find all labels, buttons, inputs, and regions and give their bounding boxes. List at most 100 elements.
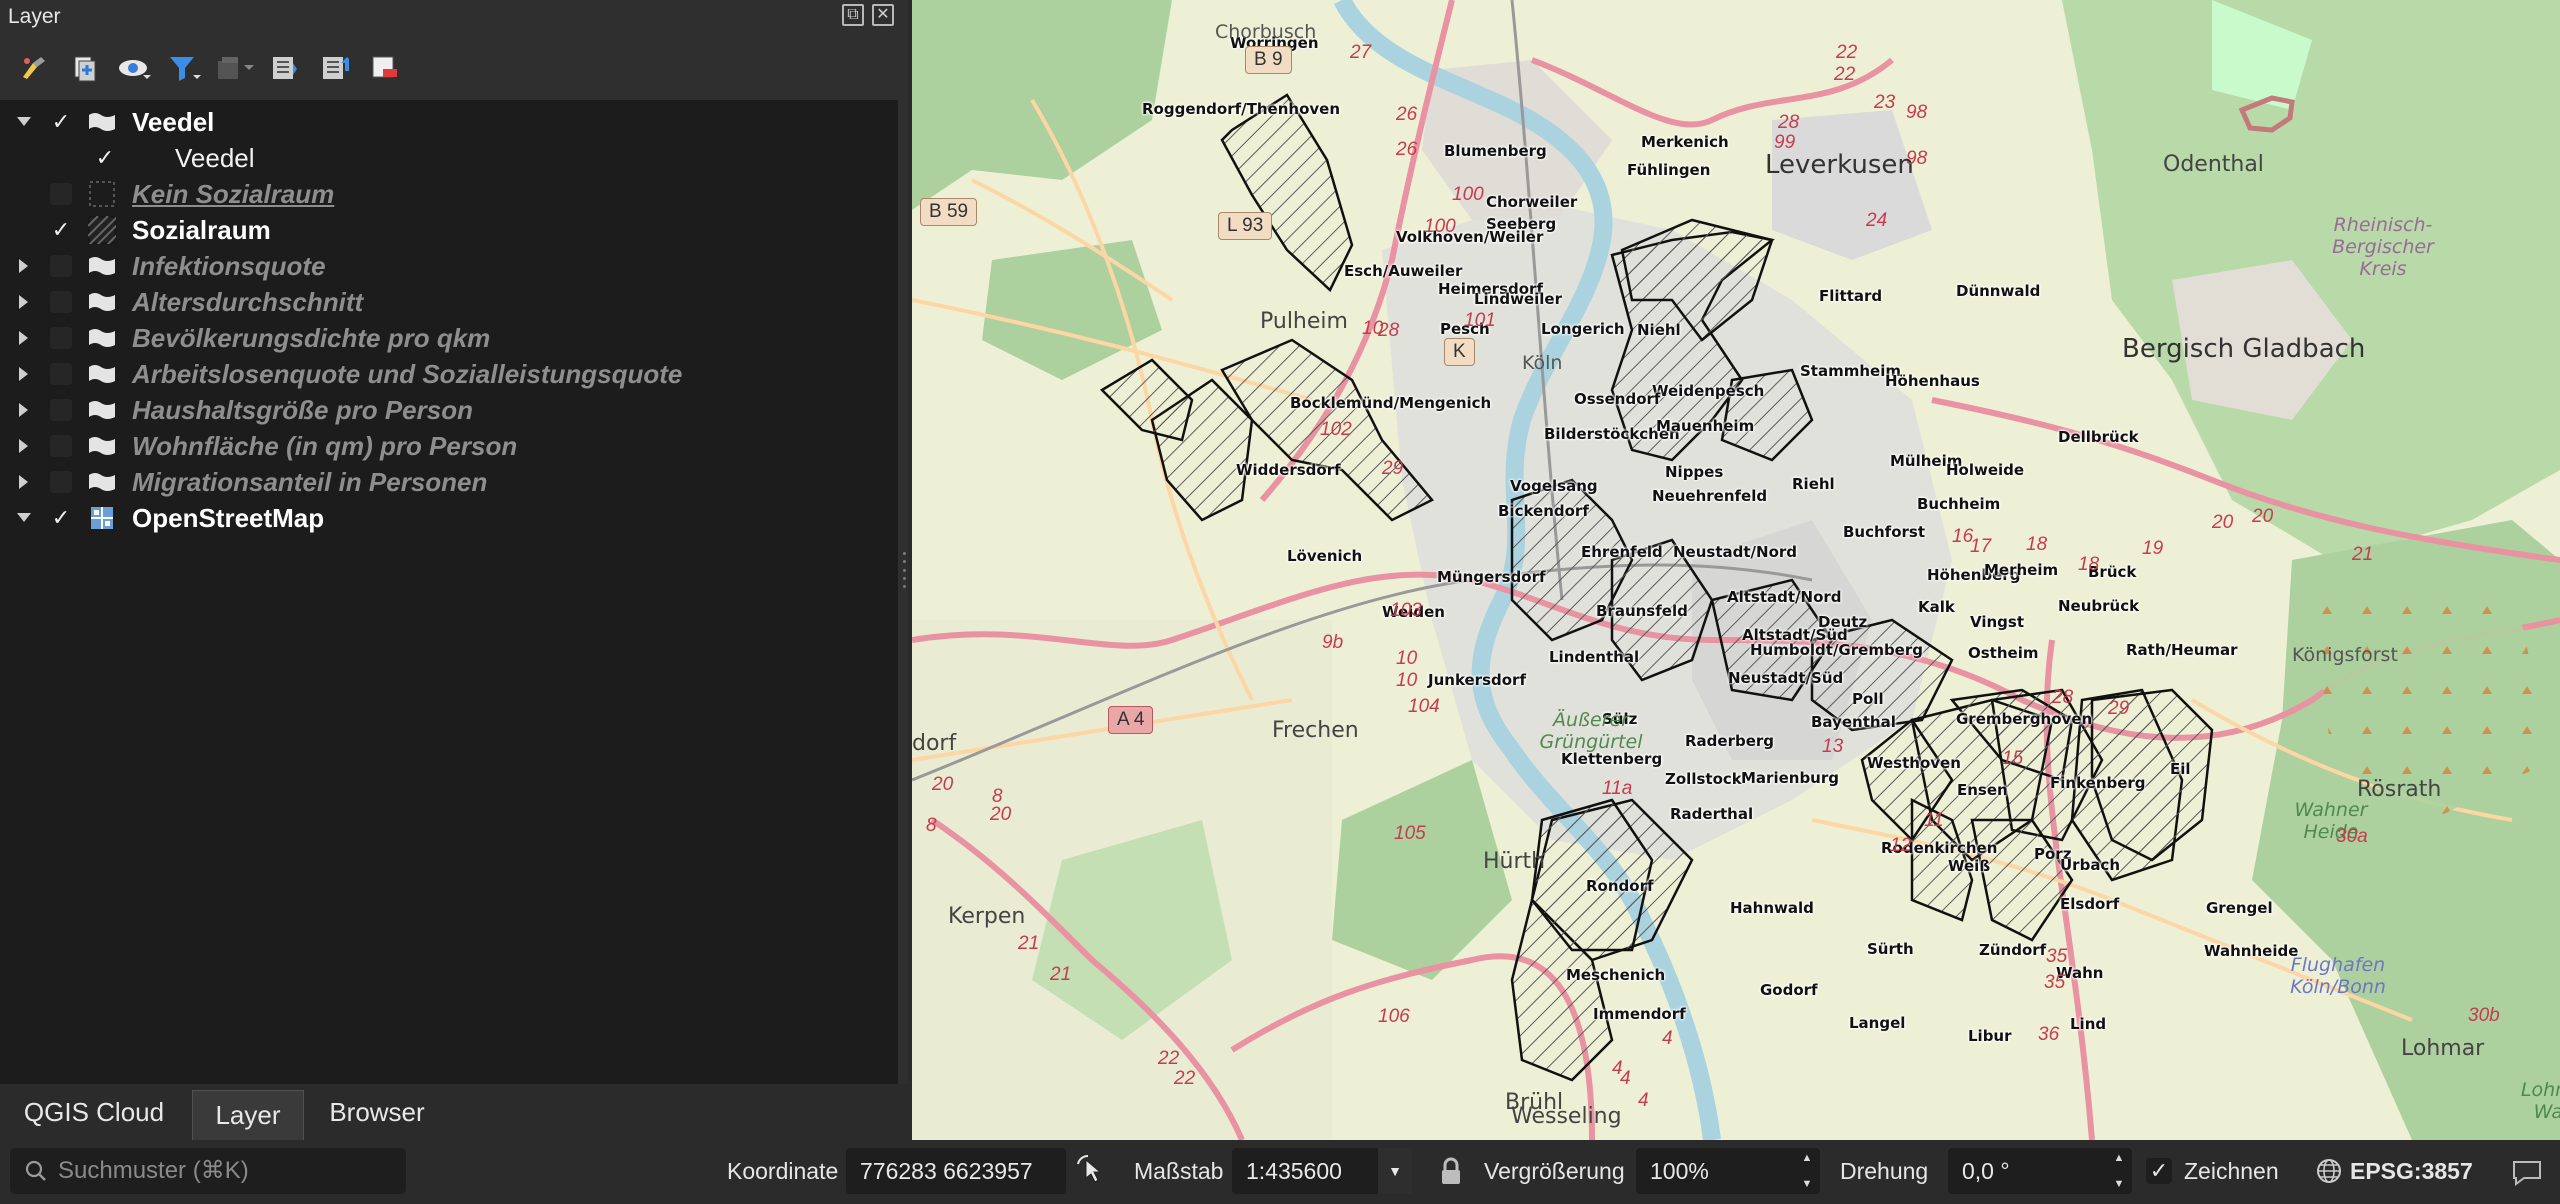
- route-number: 28: [1778, 112, 1800, 133]
- group-icon: [86, 468, 118, 496]
- layer-visibility-checkbox[interactable]: ✓: [50, 109, 72, 134]
- map-district-label: Neubrück: [2058, 597, 2140, 615]
- layer-row[interactable]: ✓ Sozialraum: [0, 212, 898, 248]
- layer-tree: ✓ Veedel ✓ Veedel Kein Sozialraum ✓ Sozialraum…: [0, 100, 898, 1084]
- tab-layer[interactable]: Layer: [192, 1090, 304, 1140]
- map-district-label: Langel: [1849, 1014, 1906, 1032]
- map-place-name: Wahner Heide: [2294, 799, 2368, 843]
- layer-label: Kein Sozialraum: [132, 178, 335, 209]
- tab-qgis-cloud[interactable]: QGIS Cloud: [6, 1088, 182, 1136]
- layer-visibility-checkbox[interactable]: ✓: [50, 505, 72, 530]
- magnifier-spinbox[interactable]: 100% ▲ ▼: [1636, 1148, 1820, 1194]
- layer-label: Haushaltsgröße pro Person: [132, 394, 473, 425]
- route-number: 21: [1018, 933, 1040, 954]
- route-number: 12: [1890, 835, 1912, 856]
- layer-visibility-checkbox[interactable]: [50, 183, 72, 205]
- map-place-name: Leverkusen: [1765, 150, 1914, 180]
- map-district-label: Immendorf: [1593, 1005, 1686, 1023]
- spin-up-icon[interactable]: ▲: [1802, 1152, 1813, 1164]
- map-district-label: Lindenthal: [1549, 648, 1640, 666]
- render-checkbox[interactable]: ✓: [2146, 1158, 2172, 1184]
- add-group-icon[interactable]: [64, 48, 104, 88]
- lock-icon[interactable]: [1436, 1154, 1466, 1190]
- expand-arrow-right-icon[interactable]: [14, 320, 34, 356]
- group-icon: [86, 108, 118, 136]
- expand-arrow-right-icon[interactable]: [14, 464, 34, 500]
- route-number: 20: [932, 774, 954, 795]
- search-input[interactable]: [58, 1157, 388, 1185]
- expand-all-icon[interactable]: [264, 48, 304, 88]
- route-number: 27: [1350, 42, 1372, 63]
- chevron-down-icon[interactable]: ▼: [1378, 1148, 1412, 1194]
- map-district-label: Finkenberg: [2050, 774, 2146, 792]
- rotation-spinbox[interactable]: 0,0 ° ▲ ▼: [1948, 1148, 2132, 1194]
- layer-row[interactable]: Bevölkerungsdichte pro qkm: [0, 320, 898, 356]
- layer-row[interactable]: Kein Sozialraum: [0, 176, 898, 212]
- route-number: 22: [1836, 42, 1858, 63]
- layer-visibility-checkbox[interactable]: ✓: [94, 145, 116, 170]
- layer-visibility-checkbox[interactable]: [50, 435, 72, 457]
- crs-label[interactable]: EPSG:3857: [2350, 1158, 2473, 1185]
- remove-layer-icon[interactable]: [364, 48, 404, 88]
- coordinate-field[interactable]: 776283 6623957: [846, 1148, 1066, 1194]
- route-number: 102: [1320, 419, 1352, 440]
- layer-row[interactable]: Altersdurchschnitt: [0, 284, 898, 320]
- map-district-label: Ehrenfeld: [1581, 543, 1663, 561]
- route-number: 22: [1174, 1068, 1196, 1089]
- globe-icon[interactable]: [2314, 1156, 2344, 1186]
- layer-row[interactable]: ✓ Veedel: [0, 140, 898, 176]
- map-canvas[interactable]: Worringen Roggendorf/Thenhoven Blumenberg M…: [912, 0, 2560, 1140]
- layer-row[interactable]: ✓ OpenStreetMap: [0, 500, 898, 536]
- layer-visibility-checkbox[interactable]: ✓: [50, 217, 72, 242]
- spin-down-icon[interactable]: ▼: [1802, 1178, 1813, 1190]
- map-district-label: Fühlingen: [1627, 161, 1711, 179]
- layer-row[interactable]: Infektionsquote: [0, 248, 898, 284]
- map-district-label: Lind: [2070, 1015, 2107, 1033]
- visibility-eye-icon[interactable]: [114, 48, 154, 88]
- route-number: 28: [1378, 320, 1400, 341]
- map-place-name: Köln: [1522, 352, 1563, 374]
- paint-style-icon[interactable]: [14, 48, 54, 88]
- expand-arrow-right-icon[interactable]: [14, 284, 34, 320]
- layer-label: Altersdurchschnitt: [132, 286, 364, 317]
- magnifier-value: 100%: [1650, 1157, 1709, 1184]
- spin-up-icon[interactable]: ▲: [2114, 1152, 2125, 1164]
- filter-legend-icon[interactable]: [164, 48, 204, 88]
- expand-arrow-right-icon[interactable]: [14, 248, 34, 284]
- spin-down-icon[interactable]: ▼: [2114, 1178, 2125, 1190]
- expand-arrow-down-icon[interactable]: [14, 104, 34, 140]
- expand-arrow-right-icon[interactable]: [14, 392, 34, 428]
- messages-icon[interactable]: [2510, 1154, 2546, 1190]
- layer-visibility-checkbox[interactable]: [50, 471, 72, 493]
- layer-row[interactable]: ✓ Veedel: [0, 104, 898, 140]
- route-number: 29: [2108, 698, 2130, 719]
- map-district-label: Kalk: [1918, 598, 1955, 616]
- close-panel-button[interactable]: ✕: [872, 4, 894, 26]
- map-district-label: Holweide: [1946, 461, 2025, 479]
- layer-visibility-checkbox[interactable]: [50, 363, 72, 385]
- layer-row[interactable]: Wohnfläche (in qm) pro Person: [0, 428, 898, 464]
- collapse-all-icon[interactable]: [314, 48, 354, 88]
- map-district-label: Rondorf: [1586, 877, 1654, 895]
- route-number: 21: [1050, 964, 1072, 985]
- expand-arrow-right-icon[interactable]: [14, 356, 34, 392]
- layer-visibility-checkbox[interactable]: [50, 291, 72, 313]
- route-number: 4: [1662, 1028, 1673, 1049]
- layer-visibility-checkbox[interactable]: [50, 255, 72, 277]
- tab-browser[interactable]: Browser: [312, 1088, 442, 1136]
- layer-visibility-checkbox[interactable]: [50, 327, 72, 349]
- route-number: 35: [2044, 972, 2066, 993]
- status-bar: Koordinate 776283 6623957 Maßstab 1:4356…: [0, 1140, 2560, 1204]
- locator-search[interactable]: [10, 1148, 406, 1194]
- filter-expression-icon[interactable]: [214, 48, 254, 88]
- mouse-pointer-icon[interactable]: [1074, 1154, 1110, 1190]
- expand-arrow-right-icon[interactable]: [14, 428, 34, 464]
- expand-arrow-down-icon[interactable]: [14, 500, 34, 536]
- splitter-handle[interactable]: [900, 552, 908, 588]
- layer-row[interactable]: Arbeitslosenquote und Sozialleistungsquo…: [0, 356, 898, 392]
- layer-visibility-checkbox[interactable]: [50, 399, 72, 421]
- scale-combobox[interactable]: 1:435600 ▼: [1232, 1148, 1412, 1194]
- layer-row[interactable]: Migrationsanteil in Personen: [0, 464, 898, 500]
- layer-row[interactable]: Haushaltsgröße pro Person: [0, 392, 898, 428]
- float-panel-button[interactable]: ⧉: [842, 4, 864, 26]
